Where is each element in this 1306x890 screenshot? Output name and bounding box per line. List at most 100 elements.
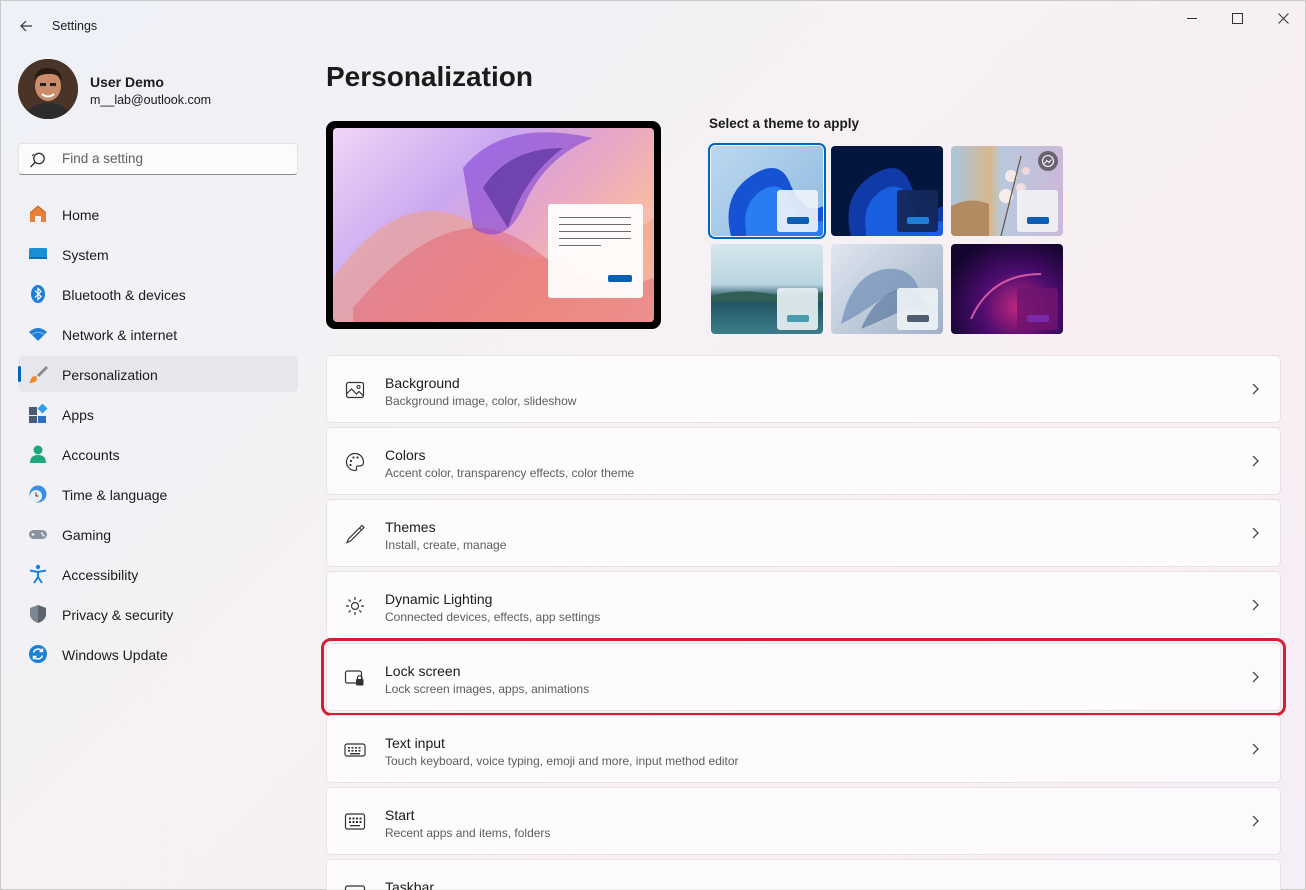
title-bar: Settings <box>1 1 1306 49</box>
sidebar-item-personalization[interactable]: Personalization <box>18 356 298 392</box>
lighting-icon <box>344 595 366 617</box>
sidebar-item-accounts[interactable]: Accounts <box>18 436 298 472</box>
lock-screen-icon <box>344 667 366 689</box>
sidebar-item-label: Time & language <box>62 487 168 503</box>
setting-title: Dynamic Lighting <box>385 591 493 607</box>
chevron-right-icon <box>1252 599 1259 611</box>
theme-tile-windows-dark[interactable] <box>831 146 943 236</box>
chevron-right-icon <box>1252 743 1259 755</box>
theme-grid <box>708 143 1065 336</box>
setting-description: Background image, color, slideshow <box>385 394 577 408</box>
search-icon <box>30 152 45 168</box>
sidebar-item-network[interactable]: Network & internet <box>18 316 298 352</box>
taskbar-icon <box>344 883 366 890</box>
home-icon <box>28 204 48 224</box>
close-icon <box>1277 12 1289 24</box>
setting-title: Background <box>385 375 460 391</box>
tile-window-preview <box>777 288 818 330</box>
sidebar-item-system[interactable]: System <box>18 236 298 272</box>
setting-dynamic-lighting[interactable]: Dynamic Lighting Connected devices, effe… <box>326 571 1281 639</box>
tile-window-preview <box>897 190 938 232</box>
setting-themes[interactable]: Themes Install, create, manage <box>326 499 1281 567</box>
setting-description: Lock screen images, apps, animations <box>385 682 590 696</box>
spotlight-icon <box>1041 154 1055 168</box>
sidebar-item-accessibility[interactable]: Accessibility <box>18 556 298 592</box>
sidebar-item-home[interactable]: Home <box>18 196 298 232</box>
setting-title: Text input <box>385 735 445 751</box>
sidebar-item-label: Personalization <box>62 367 158 383</box>
sidebar-item-privacy[interactable]: Privacy & security <box>18 596 298 632</box>
preview-window <box>548 204 643 298</box>
setting-text-input[interactable]: Text input Touch keyboard, voice typing,… <box>326 715 1281 783</box>
setting-description: Accent color, transparency effects, colo… <box>385 466 635 480</box>
setting-taskbar[interactable]: Taskbar <box>326 859 1281 890</box>
setting-background[interactable]: Background Background image, color, slid… <box>326 355 1281 423</box>
chevron-right-icon <box>1252 815 1259 827</box>
sidebar-item-gaming[interactable]: Gaming <box>18 516 298 552</box>
avatar[interactable] <box>18 59 78 119</box>
setting-title: Lock screen <box>385 663 461 679</box>
preview-wallpaper <box>333 128 654 322</box>
tile-window-preview <box>897 288 938 330</box>
setting-lock-screen[interactable]: Lock screen Lock screen images, apps, an… <box>321 638 1286 716</box>
app-title: Settings <box>52 19 98 33</box>
theme-preview <box>326 121 661 329</box>
setting-title: Start <box>385 807 415 823</box>
settings-window: Settings User Demo m__lab@outlook.com Fi… <box>0 0 1306 890</box>
sidebar-item-bluetooth[interactable]: Bluetooth & devices <box>18 276 298 312</box>
setting-description: Touch keyboard, voice typing, emoji and … <box>385 754 739 768</box>
user-portrait-icon <box>18 59 78 119</box>
tile-window-preview <box>777 190 818 232</box>
sidebar-item-time-language[interactable]: Time & language <box>18 476 298 512</box>
sidebar-item-label: Privacy & security <box>62 607 174 623</box>
minimize-button[interactable] <box>1169 1 1215 35</box>
sidebar-item-label: Apps <box>62 407 94 423</box>
start-icon <box>344 811 366 833</box>
theme-tile-windows-light[interactable] <box>708 143 826 239</box>
setting-title: Taskbar <box>385 879 435 890</box>
theme-section-label: Select a theme to apply <box>709 116 860 131</box>
brush-icon <box>28 364 48 384</box>
close-button[interactable] <box>1260 1 1306 35</box>
sidebar-item-label: System <box>62 247 109 263</box>
setting-colors[interactable]: Colors Accent color, transparency effect… <box>326 427 1281 495</box>
gamepad-icon <box>28 524 48 544</box>
tile-window-preview <box>1017 288 1058 330</box>
update-icon <box>28 644 48 664</box>
back-button[interactable] <box>13 13 39 39</box>
sidebar-item-label: Home <box>62 207 100 223</box>
sidebar-item-windows-update[interactable]: Windows Update <box>18 636 298 672</box>
search-input[interactable] <box>62 151 282 166</box>
sidebar-item-label: Network & internet <box>62 327 178 343</box>
theme-tile-flow[interactable] <box>831 244 943 334</box>
search-box[interactable] <box>18 143 298 175</box>
user-email: m__lab@outlook.com <box>90 93 212 107</box>
setting-description: Recent apps and items, folders <box>385 826 551 840</box>
chevron-right-icon <box>1252 383 1259 395</box>
accessibility-icon <box>28 564 48 584</box>
apps-icon <box>28 404 48 424</box>
chevron-right-icon <box>1252 527 1259 539</box>
setting-description: Install, create, manage <box>385 538 507 552</box>
maximize-button[interactable] <box>1214 1 1260 35</box>
sidebar-item-apps[interactable]: Apps <box>18 396 298 432</box>
setting-start[interactable]: Start Recent apps and items, folders <box>326 787 1281 855</box>
system-icon <box>28 244 48 264</box>
sidebar-item-label: Gaming <box>62 527 112 543</box>
page-title: Personalization <box>326 61 533 92</box>
setting-description: Connected devices, effects, app settings <box>385 610 601 624</box>
bluetooth-icon <box>28 284 48 304</box>
keyboard-icon <box>344 739 366 761</box>
tile-window-preview <box>1017 190 1058 232</box>
theme-tile-glow[interactable] <box>951 244 1063 334</box>
image-icon <box>344 379 366 401</box>
chevron-right-icon <box>1252 455 1259 467</box>
shield-icon <box>28 604 48 624</box>
spotlight-badge <box>1038 151 1058 171</box>
preview-button <box>608 275 632 282</box>
minimize-icon <box>1186 17 1197 19</box>
back-arrow-icon <box>20 20 32 32</box>
sidebar-item-label: Accessibility <box>62 567 139 583</box>
theme-tile-captured-motion[interactable] <box>711 244 823 334</box>
theme-tile-spotlight[interactable] <box>951 146 1063 236</box>
